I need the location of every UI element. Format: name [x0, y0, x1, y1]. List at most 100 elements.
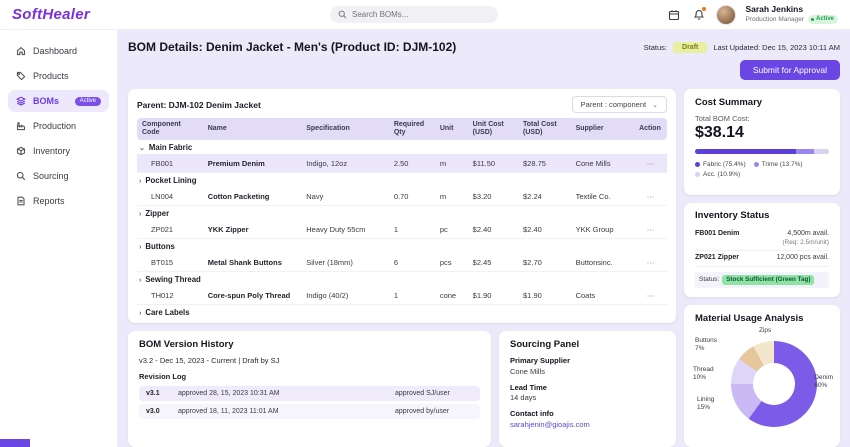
search-input[interactable] [352, 10, 490, 19]
col-supplier: Supplier [570, 118, 635, 141]
trime-dot-icon [753, 162, 759, 167]
notification-dot [702, 6, 707, 11]
legend-trime: Trime (13.7%) [753, 161, 803, 168]
donut-hole [753, 363, 795, 405]
current-version: v3.2 - Dec 15, 2023 - Current | Draft by… [139, 356, 280, 365]
group-row-sewing-thread[interactable]: › Sewing Thread [137, 272, 667, 287]
sourcing-panel-card: Sourcing Panel Primary Supplier Cone Mil… [499, 331, 676, 447]
table-header-row: Component Code Name Specification Requir… [137, 118, 667, 141]
col-total-cost: Total Cost (USD) [518, 118, 571, 141]
topbar-actions: Sarah Jenkins Production Manager Active [666, 4, 838, 25]
col-component-code: Component Code [137, 118, 203, 141]
submit-approval-button[interactable]: Submit for Approval [739, 60, 840, 80]
version-history-title: BOM Version History [139, 339, 234, 350]
contact-email-link[interactable]: sarahjenin@gioajis.com [510, 420, 665, 429]
sidebar: Dashboard Products BOMs Active Productio… [0, 30, 118, 447]
donut-label-buttons: Buttons 7% [695, 337, 718, 352]
col-required-qty: Required Qty [388, 118, 435, 141]
user-menu[interactable]: Sarah Jenkins Production Manager Active [745, 4, 838, 24]
chevron-down-icon: ⌄ [652, 101, 658, 109]
sidebar-item-dashboard[interactable]: Dashboard [8, 40, 109, 62]
table-row: ZP021 YKK Zipper Heavy Duty 55cm 1 pc $2… [137, 220, 667, 240]
inventory-status-card: Inventory Status FB001 Denim 4,500m avai… [684, 203, 840, 297]
box-icon [16, 146, 26, 156]
notifications-button[interactable] [691, 6, 707, 23]
total-bom-cost-value: $38.14 [695, 124, 744, 141]
stock-status-label: Status: [699, 276, 720, 284]
chevron-down-icon: ⌄ [139, 144, 145, 152]
col-unit: Unit [434, 118, 468, 141]
row-actions-button[interactable]: ⋯ [634, 154, 667, 174]
version-history-card: BOM Version History v3.2 - Dec 15, 2023 … [128, 331, 491, 447]
cost-bar [695, 149, 829, 154]
sidebar-item-sourcing[interactable]: Sourcing [8, 165, 109, 187]
acc-dot-icon [695, 172, 700, 177]
donut-label-denim: Denim 60% [814, 374, 833, 389]
layers-icon [16, 96, 26, 106]
status-badge: Draft [673, 41, 708, 53]
search-box[interactable] [330, 6, 498, 23]
primary-supplier-value: Cone Mills [510, 366, 546, 376]
sidebar-item-inventory[interactable]: Inventory [8, 140, 109, 162]
material-usage-chart: Zips Buttons 7% Thread 10% Lining 15% Denim… [693, 327, 833, 438]
row-actions-button[interactable]: ⋯ [634, 286, 667, 306]
revision-entry[interactable]: v3.1 approved 28, 15, 2023 10:31 AM appr… [139, 386, 480, 401]
donut-label-zips: Zips [759, 327, 772, 334]
user-role: Production Manager [745, 15, 804, 23]
sidebar-item-reports[interactable]: Reports [8, 190, 109, 212]
chevron-right-icon: › [139, 210, 142, 218]
donut-label-lining: Lining 15% [697, 396, 715, 411]
sourcing-panel-title: Sourcing Panel [510, 339, 580, 350]
search-icon [338, 10, 347, 19]
user-name: Sarah Jenkins [745, 4, 804, 15]
bom-table-card: Parent: DJM-102 Denim Jacket Parent : co… [128, 89, 676, 323]
col-action: Action [634, 118, 667, 141]
stock-status-badge: Stock Sufficient (Green Tag) [722, 274, 815, 285]
parent-component-dropdown[interactable]: Parent : component ⌄ [571, 96, 667, 113]
bom-table: Component Code Name Specification Requir… [137, 118, 667, 323]
table-row: FB001 Premium Denim Indigo, 12oz 2.50 m … [137, 154, 667, 174]
app-logo[interactable]: SoftHealer [12, 6, 90, 23]
col-name: Name [202, 118, 302, 141]
calendar-icon [669, 9, 680, 20]
sidebar-bottom-accent [0, 439, 30, 447]
material-usage-title: Material Usage Analysis [695, 313, 804, 324]
status-label: Status: [643, 42, 668, 52]
group-row-buttons[interactable]: › Buttons [137, 239, 667, 254]
main-content: BOM Details: Denim Jacket - Men's (Produ… [118, 30, 850, 447]
cost-summary-title: Cost Summary [695, 97, 763, 108]
fabric-dot-icon [695, 162, 700, 167]
lead-time-value: 14 days [510, 393, 537, 402]
legend-acc: Acc. (10.9%) [695, 171, 740, 178]
row-actions-button[interactable]: ⋯ [634, 220, 667, 240]
group-row-care-labels[interactable]: › Care Labels [137, 305, 667, 320]
group-row-main-fabric[interactable]: ⌄ Main Fabric [137, 140, 667, 154]
sidebar-item-production[interactable]: Production [8, 115, 109, 137]
inventory-status-title: Inventory Status [695, 210, 770, 221]
material-usage-donut [731, 341, 817, 427]
status-dot-icon [810, 17, 814, 21]
col-unit-cost: Unit Cost (USD) [467, 118, 519, 141]
calendar-button[interactable] [666, 7, 682, 23]
factory-icon [16, 121, 26, 131]
group-row-zipper[interactable]: › Zipper [137, 206, 667, 221]
cost-summary-card: Cost Summary Total BOM Cost: $38.14 Fabr… [684, 89, 840, 195]
magnifier-icon [16, 171, 26, 181]
avatar[interactable] [716, 4, 737, 25]
sidebar-item-products[interactable]: Products [8, 65, 109, 87]
row-actions-button[interactable]: ⋯ [634, 319, 667, 323]
sidebar-item-boms[interactable]: BOMs Active [8, 90, 109, 112]
lead-time-label: Lead Time [510, 382, 547, 392]
parent-label: Parent: DJM-102 Denim Jacket [137, 99, 261, 110]
row-actions-button[interactable]: ⋯ [634, 253, 667, 273]
right-column: Cost Summary Total BOM Cost: $38.14 Fabr… [684, 89, 840, 447]
table-row: LN004 Cotton Packeting Navy 0.70 m $3.20… [137, 187, 667, 207]
table-row: LB003 Satin Care Label Main 1 pc $0.15 $… [137, 319, 667, 323]
revision-entry[interactable]: v3.0 approved 18, 11, 2023 11:01 AM appr… [139, 404, 480, 419]
group-row-pocket-lining[interactable]: › Pocket Lining [137, 173, 667, 188]
chevron-right-icon: › [139, 177, 142, 185]
row-actions-button[interactable]: ⋯ [634, 187, 667, 207]
tag-icon [16, 71, 26, 81]
material-usage-card: Material Usage Analysis Zips Buttons 7% T… [684, 305, 840, 447]
inventory-row: ZP021 Zipper 12,000 pcs avail. [695, 251, 829, 267]
